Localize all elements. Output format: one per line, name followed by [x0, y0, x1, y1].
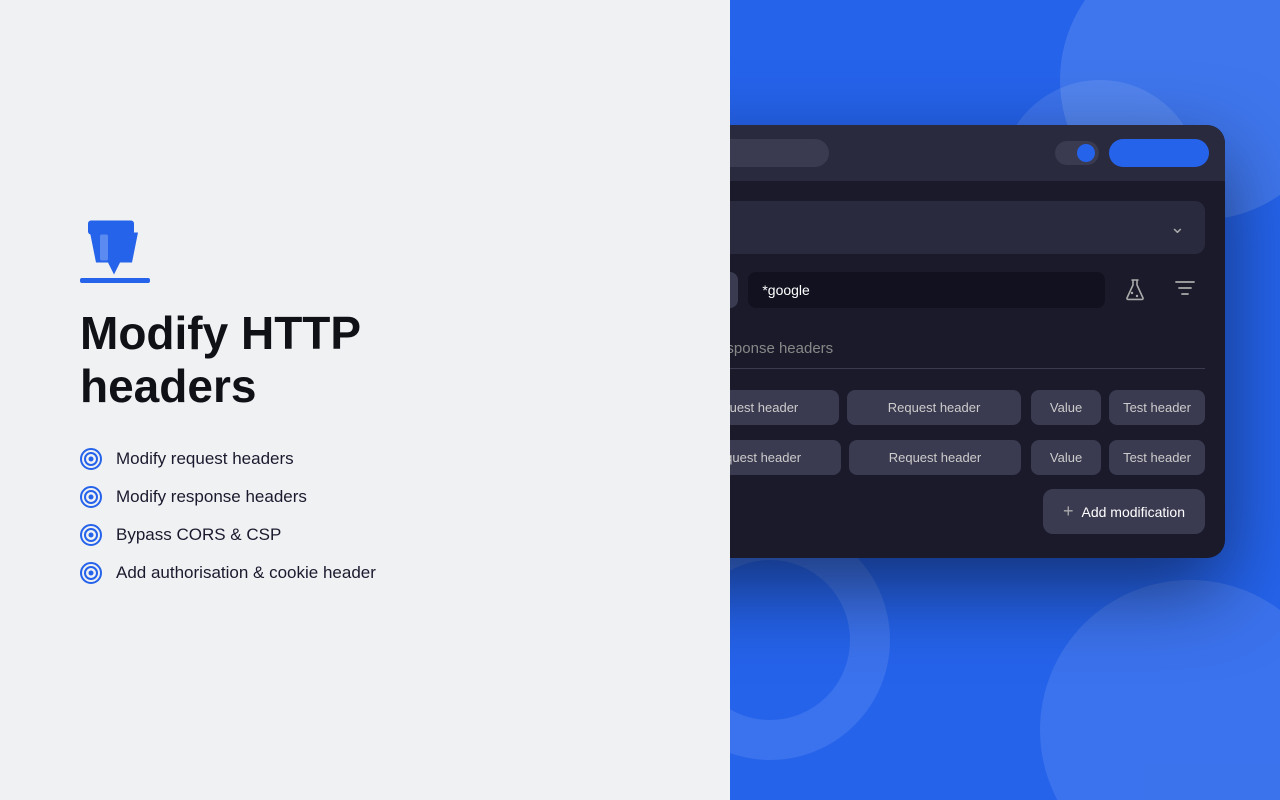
override-value-group: Value Test header	[1031, 440, 1205, 475]
pencil-icon-wrapper	[80, 216, 376, 283]
feature-list: Modify request headers Modify response h…	[80, 448, 376, 584]
browser-content: If request ⌄ URL ▾ Contains ▾ *google	[730, 181, 1225, 558]
filter-row: URL ▾ Contains ▾ *google	[730, 270, 1205, 310]
feature-item: Modify request headers	[80, 448, 376, 470]
target-icon	[80, 524, 102, 546]
override-mod-row: Override ▾ Request header Request header…	[730, 439, 1205, 475]
browser-url-bar	[730, 139, 829, 167]
browser-card: R If request ⌄ URL ▾ Co	[730, 125, 1225, 558]
pencil-underline	[80, 278, 150, 283]
add-test-header-field[interactable]: Test header	[1109, 390, 1205, 425]
override-request-header-1[interactable]: Request header	[730, 440, 841, 475]
browser-toggle[interactable]	[1055, 141, 1099, 165]
pencil-svg-icon	[80, 216, 150, 276]
browser-topbar: R	[730, 125, 1225, 181]
target-icon	[80, 448, 102, 470]
add-request-header-1[interactable]: Request header	[730, 390, 839, 425]
browser-action-button[interactable]	[1109, 139, 1209, 167]
filter-value-input[interactable]: *google	[748, 272, 1105, 308]
test-icon[interactable]	[1115, 270, 1155, 310]
override-value-field[interactable]: Value	[1031, 440, 1101, 475]
add-modification-button[interactable]: + Add modification	[1043, 489, 1205, 534]
add-value-group: Value Test header	[1031, 390, 1205, 425]
deco-circle-3	[1040, 580, 1280, 800]
if-request-row[interactable]: If request ⌄	[730, 201, 1205, 254]
feature-item: Modify response headers	[80, 486, 376, 508]
tabs-row: Request headers Response headers	[730, 330, 1205, 369]
add-value-field[interactable]: Value	[1031, 390, 1101, 425]
right-panel: R If request ⌄ URL ▾ Co	[730, 0, 1280, 800]
override-request-header-2[interactable]: Request header	[849, 440, 1021, 475]
target-icon	[80, 562, 102, 584]
filter-icon[interactable]	[1165, 270, 1205, 310]
add-header-fields: Request header Request header	[730, 390, 1021, 425]
left-panel: Modify HTTPheaders Modify request header…	[0, 0, 730, 800]
override-header-fields: Request header Request header	[730, 440, 1021, 475]
browser-toggle-knob	[1077, 144, 1095, 162]
chevron-down-icon: ⌄	[1170, 217, 1185, 238]
override-test-header-field[interactable]: Test header	[1109, 440, 1205, 475]
tab-response-headers[interactable]: Response headers	[730, 330, 833, 369]
add-mod-row: Add ▾ Request header Request header Valu…	[730, 389, 1205, 425]
feature-item: Add authorisation & cookie header	[80, 562, 376, 584]
main-title: Modify HTTPheaders	[80, 307, 376, 413]
pencil-icon	[80, 216, 376, 283]
add-modification-row: + Add modification	[730, 489, 1205, 534]
add-request-header-2[interactable]: Request header	[847, 390, 1021, 425]
target-icon	[80, 486, 102, 508]
left-content: Modify HTTPheaders Modify request header…	[80, 216, 376, 585]
plus-icon: +	[1063, 501, 1074, 522]
contains-filter-pill[interactable]: Contains ▾	[730, 272, 738, 308]
feature-item: Bypass CORS & CSP	[80, 524, 376, 546]
